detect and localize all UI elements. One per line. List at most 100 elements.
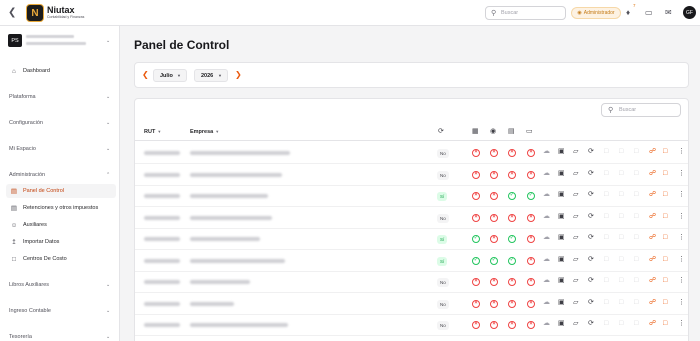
unlock-icon[interactable]: ☍: [649, 256, 656, 263]
sidebar-item-panel-de-control[interactable]: ▤ Panel de Control: [6, 184, 116, 198]
status-x-icon[interactable]: ×: [490, 149, 498, 157]
box-icon[interactable]: ▱: [573, 191, 578, 198]
mail-icon[interactable]: ✉: [665, 8, 672, 17]
status-x-icon[interactable]: ×: [508, 170, 516, 179]
sidebar-item-importar-datos[interactable]: ↥ Importar Datos: [0, 235, 120, 249]
cloud-icon[interactable]: ☁: [543, 213, 550, 220]
document-icon[interactable]: □: [604, 234, 608, 241]
bell-icon[interactable]: ♦: [626, 8, 630, 17]
cloud-icon[interactable]: ☁: [543, 277, 550, 284]
refresh-icon[interactable]: ⟳: [588, 234, 594, 241]
refresh-icon[interactable]: ⟳: [588, 320, 594, 327]
unlock-icon[interactable]: ☍: [649, 191, 656, 198]
note-icon[interactable]: □: [619, 170, 623, 177]
status-check-icon[interactable]: ✓: [508, 235, 516, 243]
note-icon[interactable]: □: [619, 234, 623, 241]
status-x-icon[interactable]: ×: [508, 149, 516, 157]
workspace-avatar[interactable]: PS: [8, 34, 22, 47]
comment-icon[interactable]: □: [663, 170, 667, 177]
comment-icon[interactable]: □: [663, 256, 667, 263]
note-icon[interactable]: □: [619, 320, 623, 327]
box-icon[interactable]: ▱: [573, 277, 578, 284]
column-rut[interactable]: RUT ▼: [144, 129, 161, 135]
status-x-icon[interactable]: ×: [508, 278, 516, 286]
file-icon[interactable]: □: [634, 170, 638, 177]
document-icon[interactable]: □: [604, 256, 608, 263]
package-icon[interactable]: ▣: [558, 277, 565, 284]
status-x-icon[interactable]: ×: [490, 192, 498, 200]
file-icon[interactable]: □: [634, 148, 638, 155]
box-icon[interactable]: ▱: [573, 234, 578, 241]
note-icon[interactable]: □: [619, 256, 623, 263]
status-x-icon[interactable]: ×: [527, 213, 535, 222]
sidebar-section-plataforma[interactable]: Plataforma ⌄: [0, 90, 120, 104]
status-x-icon[interactable]: ×: [490, 235, 498, 243]
workspace-chevron-icon[interactable]: ⌄: [106, 38, 110, 44]
more-icon[interactable]: ⋮: [678, 148, 685, 155]
package-icon[interactable]: ▣: [558, 234, 565, 241]
file-icon[interactable]: □: [634, 277, 638, 284]
niutax-logo-icon[interactable]: N: [26, 4, 44, 22]
document-icon[interactable]: □: [604, 277, 608, 284]
refresh-icon[interactable]: ⟳: [588, 256, 594, 263]
status-x-icon[interactable]: ×: [527, 170, 535, 179]
refresh-icon[interactable]: ⟳: [588, 299, 594, 306]
sidebar-item-centros-de-costo[interactable]: □ Centros De Costo: [0, 252, 120, 266]
cloud-icon[interactable]: ☁: [543, 320, 550, 327]
table-row[interactable]: No × × × × ☁ ▣ ▱ ⟳ □ □ □ ☍ □ ⋮: [135, 272, 688, 293]
table-row[interactable]: No × × × × ☁ ▣ ▱ ⟳ □ □ □ ☍ □ ⋮: [135, 165, 688, 186]
status-check-icon[interactable]: ✓: [508, 256, 516, 265]
status-check-icon[interactable]: ✓: [527, 192, 535, 200]
box-icon[interactable]: ▱: [573, 320, 578, 327]
unlock-icon[interactable]: ☍: [649, 213, 656, 220]
status-x-icon[interactable]: ×: [472, 278, 480, 286]
prev-period-chevron-icon[interactable]: ❮: [142, 70, 149, 79]
package-icon[interactable]: ▣: [558, 191, 565, 198]
more-icon[interactable]: ⋮: [678, 277, 685, 284]
unlock-icon[interactable]: ☍: [649, 148, 656, 155]
document-icon[interactable]: □: [604, 148, 608, 155]
status-x-icon[interactable]: ×: [508, 299, 516, 308]
comment-icon[interactable]: □: [663, 148, 667, 155]
unlock-icon[interactable]: ☍: [649, 277, 656, 284]
file-icon[interactable]: □: [634, 213, 638, 220]
sidebar-section-configuracion[interactable]: Configuración ⌄: [0, 116, 120, 130]
status-x-icon[interactable]: ×: [490, 170, 498, 179]
cloud-icon[interactable]: ☁: [543, 170, 550, 177]
unlock-icon[interactable]: ☍: [649, 234, 656, 241]
table-row[interactable]: Sí ✓ × ✓ × ☁ ▣ ▱ ⟳ □ □ □ ☍ □ ⋮: [135, 229, 688, 250]
unlock-icon[interactable]: ☍: [649, 320, 656, 327]
note-icon[interactable]: □: [619, 277, 623, 284]
sidebar-section-ingreso-contable[interactable]: Ingreso Contable ⌄: [0, 304, 120, 318]
cloud-icon[interactable]: ☁: [543, 299, 550, 306]
status-x-icon[interactable]: ×: [527, 149, 535, 157]
status-x-icon[interactable]: ×: [527, 278, 535, 286]
table-row[interactable]: No × × × × ☁ ▣ ▱ ⟳ □ □ □ ☍ □ ⋮: [135, 208, 688, 229]
sidebar-section-tesoreria[interactable]: Tesorería ⌄: [0, 330, 120, 341]
status-x-icon[interactable]: ×: [472, 299, 480, 308]
status-x-icon[interactable]: ×: [472, 321, 480, 329]
document-icon[interactable]: □: [604, 320, 608, 327]
file-icon[interactable]: □: [634, 191, 638, 198]
refresh-icon[interactable]: ⟳: [588, 170, 594, 177]
sidebar-section-mi-espacio[interactable]: Mi Espacio ⌄: [0, 142, 120, 156]
status-x-icon[interactable]: ×: [472, 192, 480, 200]
box-icon[interactable]: ▱: [573, 299, 578, 306]
global-search-input[interactable]: ⚲ Buscar: [485, 6, 566, 20]
box-icon[interactable]: ▱: [573, 148, 578, 155]
comment-icon[interactable]: □: [663, 320, 667, 327]
more-icon[interactable]: ⋮: [678, 256, 685, 263]
status-check-icon[interactable]: ✓: [472, 256, 480, 265]
clipboard-icon[interactable]: ▭: [645, 8, 653, 17]
note-icon[interactable]: □: [619, 148, 623, 155]
status-x-icon[interactable]: ×: [490, 299, 498, 308]
table-search-input[interactable]: ⚲ Buscar: [601, 103, 681, 117]
comment-icon[interactable]: □: [663, 277, 667, 284]
comment-icon[interactable]: □: [663, 299, 667, 306]
sidebar-item-retenciones[interactable]: ▤ Retenciones y otros impuestos: [0, 201, 120, 215]
sidebar-item-auxiliares[interactable]: ☺ Auxiliares: [0, 218, 120, 232]
document-icon[interactable]: □: [604, 170, 608, 177]
table-row[interactable]: Sí ✓ ✓ ✓ × ☁ ▣ ▱ ⟳ □ □ □ ☍ □ ⋮: [135, 251, 688, 272]
file-icon[interactable]: □: [634, 256, 638, 263]
unlock-icon[interactable]: ☍: [649, 170, 656, 177]
